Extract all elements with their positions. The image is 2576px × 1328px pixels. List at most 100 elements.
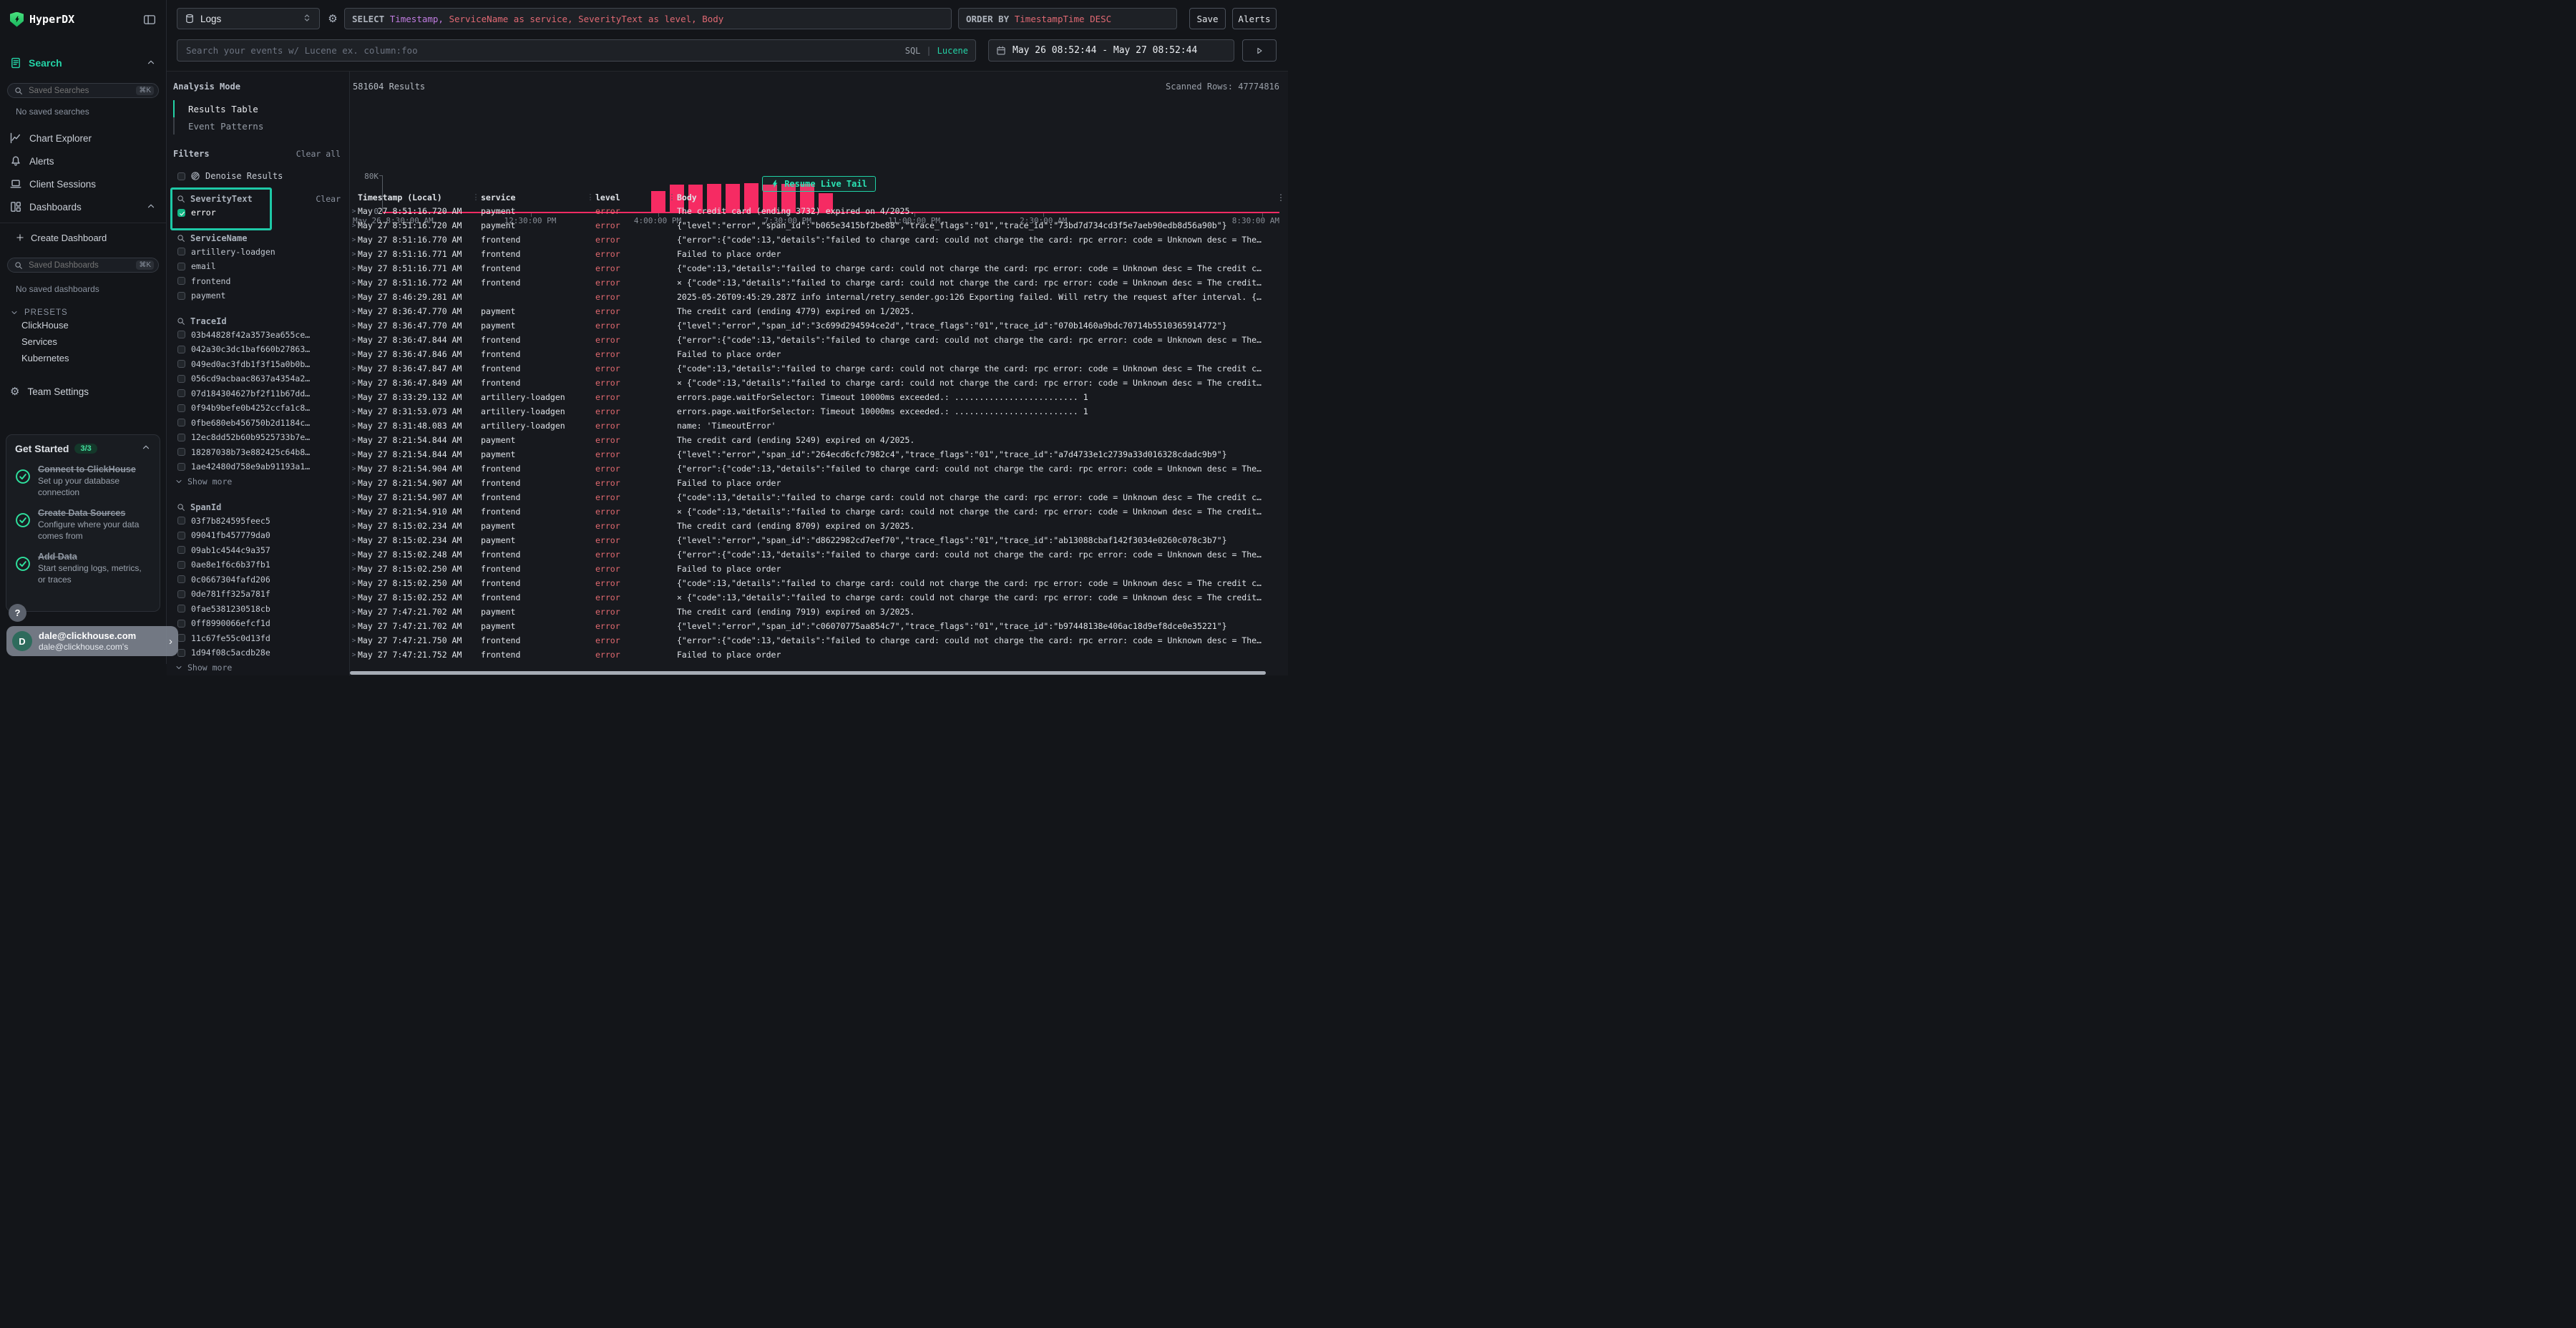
- table-row[interactable]: >May 27 8:36:47.846 AMfrontenderrorFaile…: [350, 347, 1288, 361]
- filter-value-03b44828f42a3573ea655ce…[interactable]: 03b44828f42a3573ea655ce…: [172, 328, 343, 343]
- date-range-picker[interactable]: May 26 08:52:44 - May 27 08:52:44: [988, 39, 1234, 62]
- table-row[interactable]: >May 27 7:47:21.702 AMpaymenterror{"leve…: [350, 619, 1288, 633]
- run-query-button[interactable]: [1242, 39, 1277, 62]
- show-more-button[interactable]: Show more: [172, 660, 343, 675]
- checkbox-unchecked[interactable]: [177, 605, 185, 612]
- checkbox-unchecked[interactable]: [177, 248, 185, 255]
- resume-live-tail-button[interactable]: Resume Live Tail: [762, 176, 876, 192]
- sidebar-collapse-icon[interactable]: [143, 14, 156, 25]
- table-row[interactable]: >May 27 8:36:47.844 AMfrontenderror{"err…: [350, 333, 1288, 347]
- row-expand-icon[interactable]: >: [350, 551, 358, 559]
- chevron-up-icon[interactable]: [146, 57, 156, 69]
- filter-value-0fae5381230518cb[interactable]: 0fae5381230518cb: [172, 602, 343, 617]
- table-row[interactable]: >May 27 8:21:54.904 AMfrontenderror{"err…: [350, 462, 1288, 476]
- checkbox-unchecked[interactable]: [177, 590, 185, 598]
- checkbox-unchecked[interactable]: [177, 360, 185, 368]
- table-row[interactable]: >May 27 8:31:48.083 AMartillery-loadgene…: [350, 419, 1288, 433]
- table-row[interactable]: >May 27 8:51:16.771 AMfrontenderror{"cod…: [350, 261, 1288, 275]
- filter-value-03f7b824595feec5[interactable]: 03f7b824595feec5: [172, 514, 343, 529]
- col-level[interactable]: level: [595, 192, 667, 202]
- query-language-toggle[interactable]: SQL | Lucene: [905, 46, 968, 56]
- filter-value-042a30c3dc1baf660b27863…[interactable]: 042a30c3dc1baf660b27863…: [172, 342, 343, 357]
- row-expand-icon[interactable]: >: [350, 451, 358, 459]
- filter-value-frontend[interactable]: frontend: [172, 274, 343, 289]
- col-body[interactable]: Body: [677, 192, 1274, 202]
- checkbox-unchecked[interactable]: [177, 575, 185, 583]
- row-expand-icon[interactable]: >: [350, 436, 358, 444]
- checkbox-unchecked[interactable]: [177, 389, 185, 397]
- row-expand-icon[interactable]: >: [350, 222, 358, 230]
- denoise-checkbox[interactable]: [177, 172, 185, 180]
- row-expand-icon[interactable]: >: [350, 365, 358, 373]
- checkbox-unchecked[interactable]: [177, 331, 185, 338]
- row-expand-icon[interactable]: >: [350, 465, 358, 473]
- mode-lucene[interactable]: Lucene: [937, 46, 968, 56]
- checkbox-unchecked[interactable]: [177, 463, 185, 471]
- row-expand-icon[interactable]: >: [350, 651, 358, 659]
- table-row[interactable]: >May 27 8:15:02.250 AMfrontenderror{"cod…: [350, 576, 1288, 590]
- filter-value-056cd9acbaac8637a4354a2…[interactable]: 056cd9acbaac8637a4354a2…: [172, 371, 343, 386]
- sidebar-item-client-sessions[interactable]: Client Sessions: [0, 172, 166, 195]
- checkbox-unchecked[interactable]: [177, 434, 185, 441]
- row-expand-icon[interactable]: >: [350, 293, 358, 301]
- row-expand-icon[interactable]: >: [350, 394, 358, 401]
- table-row[interactable]: >May 27 8:51:16.720 AMpaymenterror{"leve…: [350, 218, 1288, 233]
- filter-value-0de781ff325a781f[interactable]: 0de781ff325a781f: [172, 587, 343, 602]
- row-expand-icon[interactable]: >: [350, 580, 358, 587]
- checkbox-unchecked[interactable]: [177, 620, 185, 628]
- get-started-step[interactable]: Create Data Sources Configure where your…: [15, 508, 151, 542]
- table-row[interactable]: >May 27 8:15:02.250 AMfrontenderrorFaile…: [350, 562, 1288, 576]
- column-grip-icon[interactable]: ⋮: [471, 192, 481, 202]
- row-expand-icon[interactable]: >: [350, 250, 358, 258]
- row-expand-icon[interactable]: >: [350, 408, 358, 416]
- presets-section-toggle[interactable]: PRESETS: [10, 308, 166, 317]
- checkbox-unchecked[interactable]: [177, 532, 185, 540]
- filter-value-0ff8990066efcf1d[interactable]: 0ff8990066efcf1d: [172, 616, 343, 631]
- table-row[interactable]: >May 27 8:36:47.849 AMfrontenderror× {"c…: [350, 376, 1288, 390]
- table-row[interactable]: >May 27 8:21:54.844 AMpaymenterror{"leve…: [350, 447, 1288, 462]
- row-expand-icon[interactable]: >: [350, 265, 358, 273]
- chevron-up-icon[interactable]: [146, 201, 156, 213]
- col-timestamp[interactable]: Timestamp (Local): [358, 192, 471, 202]
- table-row[interactable]: >May 27 8:21:54.907 AMfrontenderrorFaile…: [350, 476, 1288, 490]
- denoise-results-toggle[interactable]: Denoise Results: [172, 171, 343, 181]
- saved-dashboards-input[interactable]: ⌘K: [7, 258, 159, 273]
- row-expand-icon[interactable]: >: [350, 379, 358, 387]
- row-expand-icon[interactable]: >: [350, 637, 358, 645]
- analysis-mode-event-patterns[interactable]: Event Patterns: [173, 117, 343, 135]
- help-button[interactable]: ?: [9, 604, 26, 622]
- row-expand-icon[interactable]: >: [350, 422, 358, 430]
- filter-value-0c0667304fafd206[interactable]: 0c0667304fafd206: [172, 572, 343, 587]
- column-grip-icon[interactable]: ⋮: [667, 192, 677, 202]
- row-expand-icon[interactable]: >: [350, 308, 358, 316]
- filter-value-artillery-loadgen[interactable]: artillery-loadgen: [172, 245, 343, 260]
- table-row[interactable]: >May 27 8:21:54.844 AMpaymenterrorThe cr…: [350, 433, 1288, 447]
- order-by-input[interactable]: ORDER BY TimestampTime DESC: [958, 8, 1177, 29]
- table-row[interactable]: >May 27 8:51:16.770 AMfrontenderror{"err…: [350, 233, 1288, 247]
- table-row[interactable]: >May 27 7:47:21.702 AMpaymenterrorThe cr…: [350, 605, 1288, 619]
- row-expand-icon[interactable]: >: [350, 594, 358, 602]
- clear-all-button[interactable]: Clear all: [296, 149, 343, 159]
- filter-value-payment[interactable]: payment: [172, 288, 343, 303]
- col-service[interactable]: service: [481, 192, 585, 202]
- filter-value-049ed0ac3fdb1f3f15a0b0b…[interactable]: 049ed0ac3fdb1f3f15a0b0b…: [172, 357, 343, 372]
- get-started-step[interactable]: Connect to ClickHouse Set up your databa…: [15, 464, 151, 498]
- analysis-mode-results-table[interactable]: Results Table: [173, 100, 343, 117]
- table-options-icon[interactable]: ⋮: [1274, 192, 1288, 202]
- checkbox-unchecked[interactable]: [177, 634, 185, 642]
- preset-item-kubernetes[interactable]: Kubernetes: [0, 350, 166, 366]
- checkbox-unchecked[interactable]: [177, 649, 185, 657]
- table-row[interactable]: >May 27 8:51:16.772 AMfrontenderror× {"c…: [350, 275, 1288, 290]
- filter-value-09041fb457779da0[interactable]: 09041fb457779da0: [172, 528, 343, 543]
- row-expand-icon[interactable]: >: [350, 494, 358, 502]
- checkbox-unchecked[interactable]: [177, 375, 185, 383]
- row-expand-icon[interactable]: >: [350, 622, 358, 630]
- preset-item-clickhouse[interactable]: ClickHouse: [0, 317, 166, 333]
- row-expand-icon[interactable]: >: [350, 208, 358, 215]
- row-expand-icon[interactable]: >: [350, 522, 358, 530]
- row-expand-icon[interactable]: >: [350, 351, 358, 358]
- lucene-search-field[interactable]: [185, 44, 899, 57]
- row-expand-icon[interactable]: >: [350, 322, 358, 330]
- filter-value-1ae42480d758e9ab91193a1…[interactable]: 1ae42480d758e9ab91193a1…: [172, 459, 343, 474]
- show-more-button[interactable]: Show more: [172, 474, 343, 489]
